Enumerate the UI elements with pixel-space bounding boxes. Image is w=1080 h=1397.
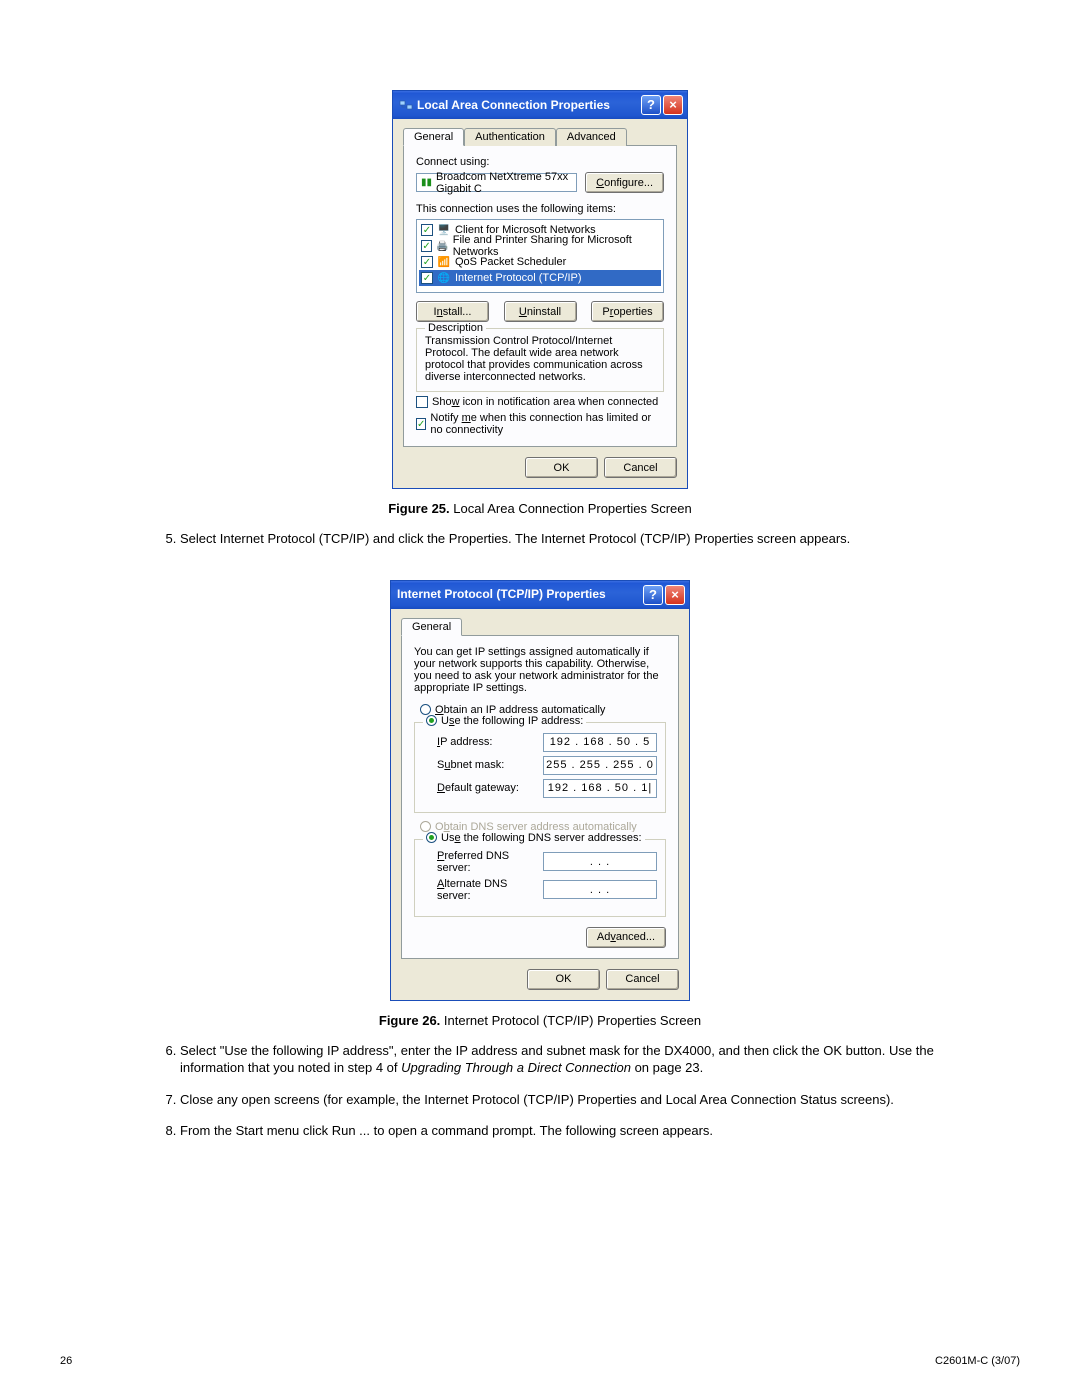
tcpip-icon: 🌐	[437, 272, 451, 284]
install-button[interactable]: Install...	[416, 301, 489, 322]
nic-field[interactable]: ▮▮ Broadcom NetXtreme 57xx Gigabit C	[416, 173, 577, 192]
tab-authentication[interactable]: Authentication	[464, 128, 556, 146]
step-7: Close any open screens (for example, the…	[180, 1091, 970, 1109]
show-icon-checkbox-row[interactable]: Show icon in notification area when conn…	[416, 396, 664, 408]
tab-general[interactable]: General	[401, 618, 462, 636]
intro-text: You can get IP settings assigned automat…	[414, 646, 666, 694]
notify-checkbox-row[interactable]: ✓ Notify me when this connection has lim…	[416, 412, 664, 436]
step-6: Select "Use the following IP address", e…	[180, 1042, 970, 1077]
step-5: Select Internet Protocol (TCP/IP) and cl…	[180, 530, 970, 548]
client-icon: 🖥️	[437, 224, 451, 236]
radio-icon	[426, 832, 437, 843]
figure-25-caption: Figure 25. Local Area Connection Propert…	[60, 501, 1020, 516]
close-button[interactable]: ×	[665, 585, 685, 605]
step-8: From the Start menu click Run ... to ope…	[180, 1122, 970, 1140]
close-button[interactable]: ×	[663, 95, 683, 115]
network-icon	[399, 98, 413, 112]
checkbox-icon[interactable]: ✓	[421, 240, 432, 252]
show-icon-label: Show icon in notification area when conn…	[432, 396, 658, 408]
figure-26-caption: Figure 26. Internet Protocol (TCP/IP) Pr…	[60, 1013, 1020, 1028]
nic-icon: ▮▮	[421, 177, 432, 189]
share-icon: 🖨️	[436, 240, 449, 252]
use-dns-group: Use the following DNS server addresses: …	[414, 839, 666, 917]
tab-panel-general: You can get IP settings assigned automat…	[401, 635, 679, 959]
subnet-mask-label: Subnet mask:	[437, 759, 543, 771]
radio-use-ip[interactable]: Use the following IP address:	[423, 715, 586, 727]
radio-icon	[420, 821, 431, 832]
properties-button[interactable]: Properties	[591, 301, 664, 322]
ip-address-label: IP address:	[437, 736, 543, 748]
lac-properties-window: Local Area Connection Properties ? × Gen…	[392, 90, 688, 489]
use-ip-group: Use the following IP address: IP address…	[414, 722, 666, 813]
items-label: This connection uses the following items…	[416, 203, 664, 215]
titlebar[interactable]: Internet Protocol (TCP/IP) Properties ? …	[391, 581, 689, 609]
default-gateway-label: Default gateway:	[437, 782, 543, 794]
tcpip-properties-window: Internet Protocol (TCP/IP) Properties ? …	[390, 580, 690, 1001]
radio-icon	[426, 715, 437, 726]
checkbox-icon[interactable]: ✓	[421, 224, 433, 236]
titlebar[interactable]: Local Area Connection Properties ? ×	[393, 91, 687, 119]
checkbox-icon[interactable]	[416, 396, 428, 408]
checkbox-icon[interactable]: ✓	[416, 418, 426, 430]
page-number: 26	[60, 1355, 72, 1367]
advanced-button[interactable]: Advanced...	[586, 927, 666, 948]
preferred-dns-label: Preferred DNS server:	[437, 850, 543, 874]
uninstall-button[interactable]: Uninstall	[504, 301, 577, 322]
checkbox-icon[interactable]: ✓	[421, 256, 433, 268]
subnet-mask-field[interactable]: 255 . 255 . 255 . 0	[543, 756, 657, 775]
item-label: File and Printer Sharing for Microsoft N…	[453, 234, 659, 258]
ok-button[interactable]: OK	[527, 969, 600, 990]
radio-use-dns[interactable]: Use the following DNS server addresses:	[423, 832, 645, 844]
qos-icon: 📶	[437, 256, 451, 268]
list-item[interactable]: ✓ 🖨️ File and Printer Sharing for Micros…	[419, 238, 661, 254]
item-label: Internet Protocol (TCP/IP)	[455, 272, 582, 284]
notify-label: Notify me when this connection has limit…	[430, 412, 664, 436]
doc-id: C2601M-C (3/07)	[935, 1355, 1020, 1367]
alternate-dns-label: Alternate DNS server:	[437, 878, 543, 902]
radio-icon	[420, 704, 431, 715]
connect-using-label: Connect using:	[416, 156, 664, 168]
description-group: Description Transmission Control Protoco…	[416, 328, 664, 392]
item-label: QoS Packet Scheduler	[455, 256, 566, 268]
ok-button[interactable]: OK	[525, 457, 598, 478]
connection-items-list[interactable]: ✓ 🖥️ Client for Microsoft Networks ✓ 🖨️ …	[416, 219, 664, 293]
description-text: Transmission Control Protocol/Internet P…	[425, 335, 655, 383]
window-title: Internet Protocol (TCP/IP) Properties	[397, 587, 641, 601]
checkbox-icon[interactable]: ✓	[421, 272, 433, 284]
default-gateway-field[interactable]: 192 . 168 . 50 . 1|	[543, 779, 657, 798]
window-title: Local Area Connection Properties	[417, 98, 639, 112]
nic-name: Broadcom NetXtreme 57xx Gigabit C	[436, 171, 572, 195]
page-footer: 26 C2601M-C (3/07)	[60, 1355, 1020, 1367]
cancel-button[interactable]: Cancel	[606, 969, 679, 990]
tab-advanced[interactable]: Advanced	[556, 128, 627, 146]
alternate-dns-field[interactable]: . . .	[543, 880, 657, 899]
list-item-selected[interactable]: ✓ 🌐 Internet Protocol (TCP/IP)	[419, 270, 661, 286]
help-button[interactable]: ?	[641, 95, 661, 115]
help-button[interactable]: ?	[643, 585, 663, 605]
preferred-dns-field[interactable]: . . .	[543, 852, 657, 871]
cancel-button[interactable]: Cancel	[604, 457, 677, 478]
ip-address-field[interactable]: 192 . 168 . 50 . 5	[543, 733, 657, 752]
tab-general[interactable]: General	[403, 128, 464, 146]
description-legend: Description	[425, 322, 486, 334]
tab-panel-general: Connect using: ▮▮ Broadcom NetXtreme 57x…	[403, 145, 677, 447]
configure-button[interactable]: Configure...	[585, 172, 664, 193]
